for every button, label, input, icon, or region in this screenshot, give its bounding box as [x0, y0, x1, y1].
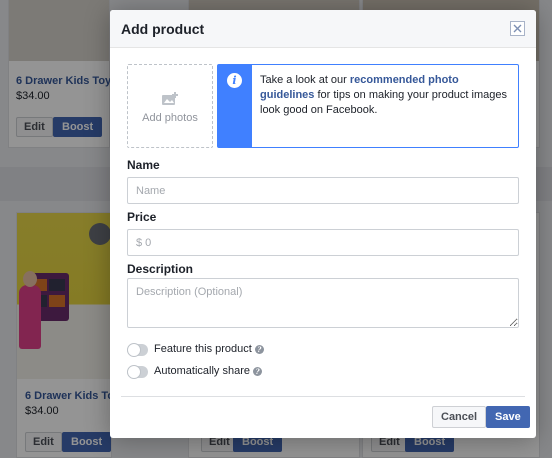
dialog-header: Add product: [110, 10, 536, 48]
dialog-title: Add product: [121, 21, 205, 37]
info-icon: i: [227, 73, 242, 88]
save-button[interactable]: Save: [486, 406, 530, 428]
auto-share-label: Automatically share: [154, 365, 250, 377]
help-icon[interactable]: ?: [254, 344, 264, 354]
feature-product-toggle[interactable]: [127, 343, 148, 357]
photo-guidelines-notice: i Take a look at our recommended photo g…: [217, 64, 519, 148]
feature-product-label: Feature this product: [154, 343, 252, 355]
cancel-button[interactable]: Cancel: [432, 406, 487, 428]
name-input[interactable]: [127, 177, 519, 204]
info-text: Take a look at our recommended photo gui…: [260, 73, 510, 118]
footer-divider: [121, 396, 525, 397]
info-sidebar: i: [218, 65, 252, 147]
close-icon[interactable]: [510, 21, 525, 36]
add-photos-label: Add photos: [142, 112, 198, 124]
name-label: Name: [127, 158, 160, 172]
add-photos-button[interactable]: Add photos: [127, 64, 213, 148]
auto-share-toggle[interactable]: [127, 365, 148, 379]
add-photo-icon: [162, 92, 178, 105]
description-input[interactable]: [127, 278, 519, 328]
info-text-before: Take a look at our: [260, 74, 350, 86]
add-product-dialog: Add product Add photos i Take a look at …: [110, 10, 536, 438]
description-label: Description: [127, 262, 194, 276]
price-label: Price: [127, 210, 157, 224]
price-input[interactable]: [127, 229, 519, 256]
help-icon[interactable]: ?: [253, 366, 262, 376]
